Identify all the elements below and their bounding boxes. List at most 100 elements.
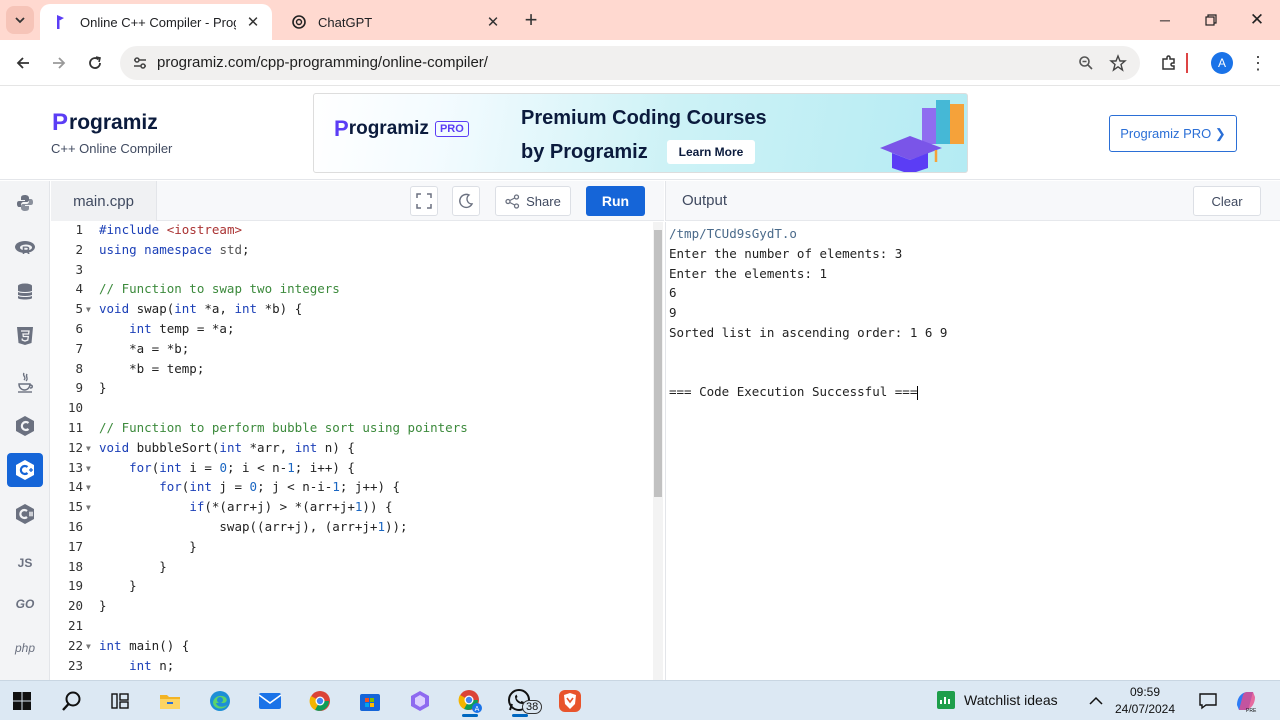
sidebar-item-csharp[interactable] (7, 497, 43, 531)
tab-search-button[interactable] (6, 6, 34, 34)
code-line[interactable]: 14 ▼ for(int j = 0; j < n-i-1; j++) { (51, 479, 651, 499)
chat-bubble-icon (1199, 693, 1217, 710)
sidebar-item-html[interactable] (7, 319, 43, 353)
fold-toggle-icon[interactable]: ▼ (86, 503, 91, 512)
file-explorer-button[interactable] (152, 685, 188, 717)
line-number: 4 (75, 281, 83, 297)
share-button[interactable]: Share (495, 186, 571, 216)
editor-scrollbar[interactable] (653, 222, 663, 680)
code-line[interactable]: 19 } (51, 578, 651, 598)
show-hidden-icons-button[interactable] (1078, 685, 1114, 717)
text-cursor (917, 385, 919, 400)
sidebar-item-cpp[interactable] (7, 453, 43, 487)
sidebar-item-sql[interactable] (7, 275, 43, 309)
code-line[interactable]: 12 ▼ void bubbleSort(int *arr, int n) { (51, 440, 651, 460)
fold-toggle-icon[interactable]: ▼ (86, 483, 91, 492)
new-tab-button[interactable]: + (520, 7, 542, 32)
fold-toggle-icon[interactable]: ▼ (86, 305, 91, 314)
search-button[interactable] (54, 685, 90, 717)
chrome-profile-button[interactable]: A (452, 685, 488, 717)
forward-button[interactable] (44, 48, 74, 78)
code-line[interactable]: 5 ▼ void swap(int *a, int *b) { (51, 301, 651, 321)
line-number: 9 (75, 380, 83, 396)
sidebar-item-java[interactable] (7, 365, 43, 399)
fold-toggle-icon[interactable]: ▼ (86, 642, 91, 651)
code-editor[interactable]: 1 #include <iostream> 2 using namespace std… (51, 222, 664, 680)
sidebar-item-php[interactable]: php (7, 631, 43, 665)
run-button[interactable]: Run (586, 186, 645, 216)
task-view-button[interactable] (102, 685, 138, 717)
code-line[interactable]: 15 ▼ if(*(arr+j) > *(arr+j+1)) { (51, 499, 651, 519)
theme-toggle-button[interactable] (452, 186, 480, 216)
code-line[interactable]: 6 int temp = *a; (51, 321, 651, 341)
notifications-button[interactable] (1190, 685, 1226, 717)
minimize-button[interactable]: ─ (1142, 0, 1188, 40)
profile-avatar[interactable]: A (1211, 52, 1233, 74)
editor-scrollbar-thumb[interactable] (654, 230, 662, 497)
code-line[interactable]: 7 *a = *b; (51, 341, 651, 361)
sidebar-item-go[interactable]: GO (7, 587, 43, 621)
sidebar-item-python[interactable] (7, 186, 43, 220)
brave-browser-button[interactable] (552, 685, 588, 717)
edge-browser-button[interactable] (202, 685, 238, 717)
code-line[interactable]: 21 (51, 618, 651, 638)
start-button[interactable] (4, 685, 40, 717)
whatsapp-button[interactable]: 38 (502, 685, 543, 717)
extensions-button[interactable] (1154, 48, 1184, 78)
code-line[interactable]: 4 // Function to swap two integers (51, 281, 651, 301)
clear-button[interactable]: Clear (1193, 186, 1261, 216)
sidebar-item-c[interactable] (7, 409, 43, 443)
restore-button[interactable] (1188, 0, 1234, 40)
learn-more-button[interactable]: Learn More (667, 140, 755, 164)
code-line[interactable]: 11 // Function to perform bubble sort usi… (51, 420, 651, 440)
code-line[interactable]: 22 ▼ int main() { (51, 638, 651, 658)
programiz-pro-button[interactable]: Programiz PRO ❯ (1109, 115, 1237, 152)
code-line[interactable]: 3 (51, 262, 651, 282)
tab-chatgpt[interactable]: ChatGPT ✕ (278, 4, 512, 40)
code-line[interactable]: 17 } (51, 539, 651, 559)
tab-programiz[interactable]: Online C++ Compiler - Programiz ✕ (40, 4, 272, 40)
zoom-icon[interactable] (1074, 51, 1098, 75)
code-line[interactable]: 13 ▼ for(int i = 0; i < n-1; i++) { (51, 460, 651, 480)
fullscreen-button[interactable] (410, 186, 438, 216)
code-line[interactable]: 16 swap((arr+j), (arr+j+1)); (51, 519, 651, 539)
banner-subheadline: by Programiz (521, 141, 648, 163)
chrome-button[interactable] (302, 685, 338, 717)
browser-menu-button[interactable]: ⋮ (1243, 48, 1273, 78)
close-window-button[interactable]: ✕ (1234, 0, 1280, 40)
back-button[interactable] (8, 48, 38, 78)
close-tab-icon[interactable]: ✕ (484, 13, 502, 31)
file-tab-main-cpp[interactable]: main.cpp (51, 181, 157, 221)
store-button[interactable] (352, 685, 388, 717)
chrome-profile-icon: A (458, 690, 482, 713)
sidebar-item-r[interactable]: R (7, 231, 43, 265)
fold-toggle-icon[interactable]: ▼ (86, 464, 91, 473)
output-console[interactable]: /tmp/TCUd9sGydT.o Enter the number of ele… (665, 222, 1280, 680)
chevron-down-icon (15, 17, 25, 24)
copilot-app-button[interactable] (402, 685, 438, 717)
reload-button[interactable] (80, 48, 110, 78)
code-line[interactable]: 10 (51, 400, 651, 420)
line-number: 8 (75, 360, 83, 376)
mail-button[interactable] (252, 685, 288, 717)
sidebar-item-js[interactable]: JS (7, 546, 43, 580)
folder-icon (160, 695, 180, 709)
code-line[interactable]: 2 using namespace std; (51, 242, 651, 262)
site-info-icon[interactable] (128, 51, 152, 75)
system-clock[interactable]: 09:59 24/07/2024 (1110, 684, 1180, 718)
programiz-logo[interactable]: Programiz (52, 109, 158, 137)
code-line[interactable]: 23 int n; (51, 658, 651, 678)
watchlist-widget[interactable]: Watchlist ideas (936, 690, 1058, 710)
fold-toggle-icon[interactable]: ▼ (86, 444, 91, 453)
promo-banner[interactable]: Programiz PRO Premium Coding Courses by … (313, 93, 968, 173)
code-line[interactable]: 18 } (51, 559, 651, 579)
bookmark-star-icon[interactable] (1106, 51, 1130, 75)
copilot-button[interactable]: PRE (1228, 685, 1264, 717)
code-line[interactable]: 8 *b = temp; (51, 361, 651, 381)
code-text: // Function to swap two integers (99, 281, 340, 297)
code-line[interactable]: 20} (51, 598, 651, 618)
code-line[interactable]: 1 #include <iostream> (51, 222, 651, 242)
close-tab-icon[interactable]: ✕ (244, 13, 262, 31)
code-line[interactable]: 9} (51, 380, 651, 400)
address-bar[interactable]: programiz.com/cpp-programming/online-com… (120, 46, 1140, 80)
